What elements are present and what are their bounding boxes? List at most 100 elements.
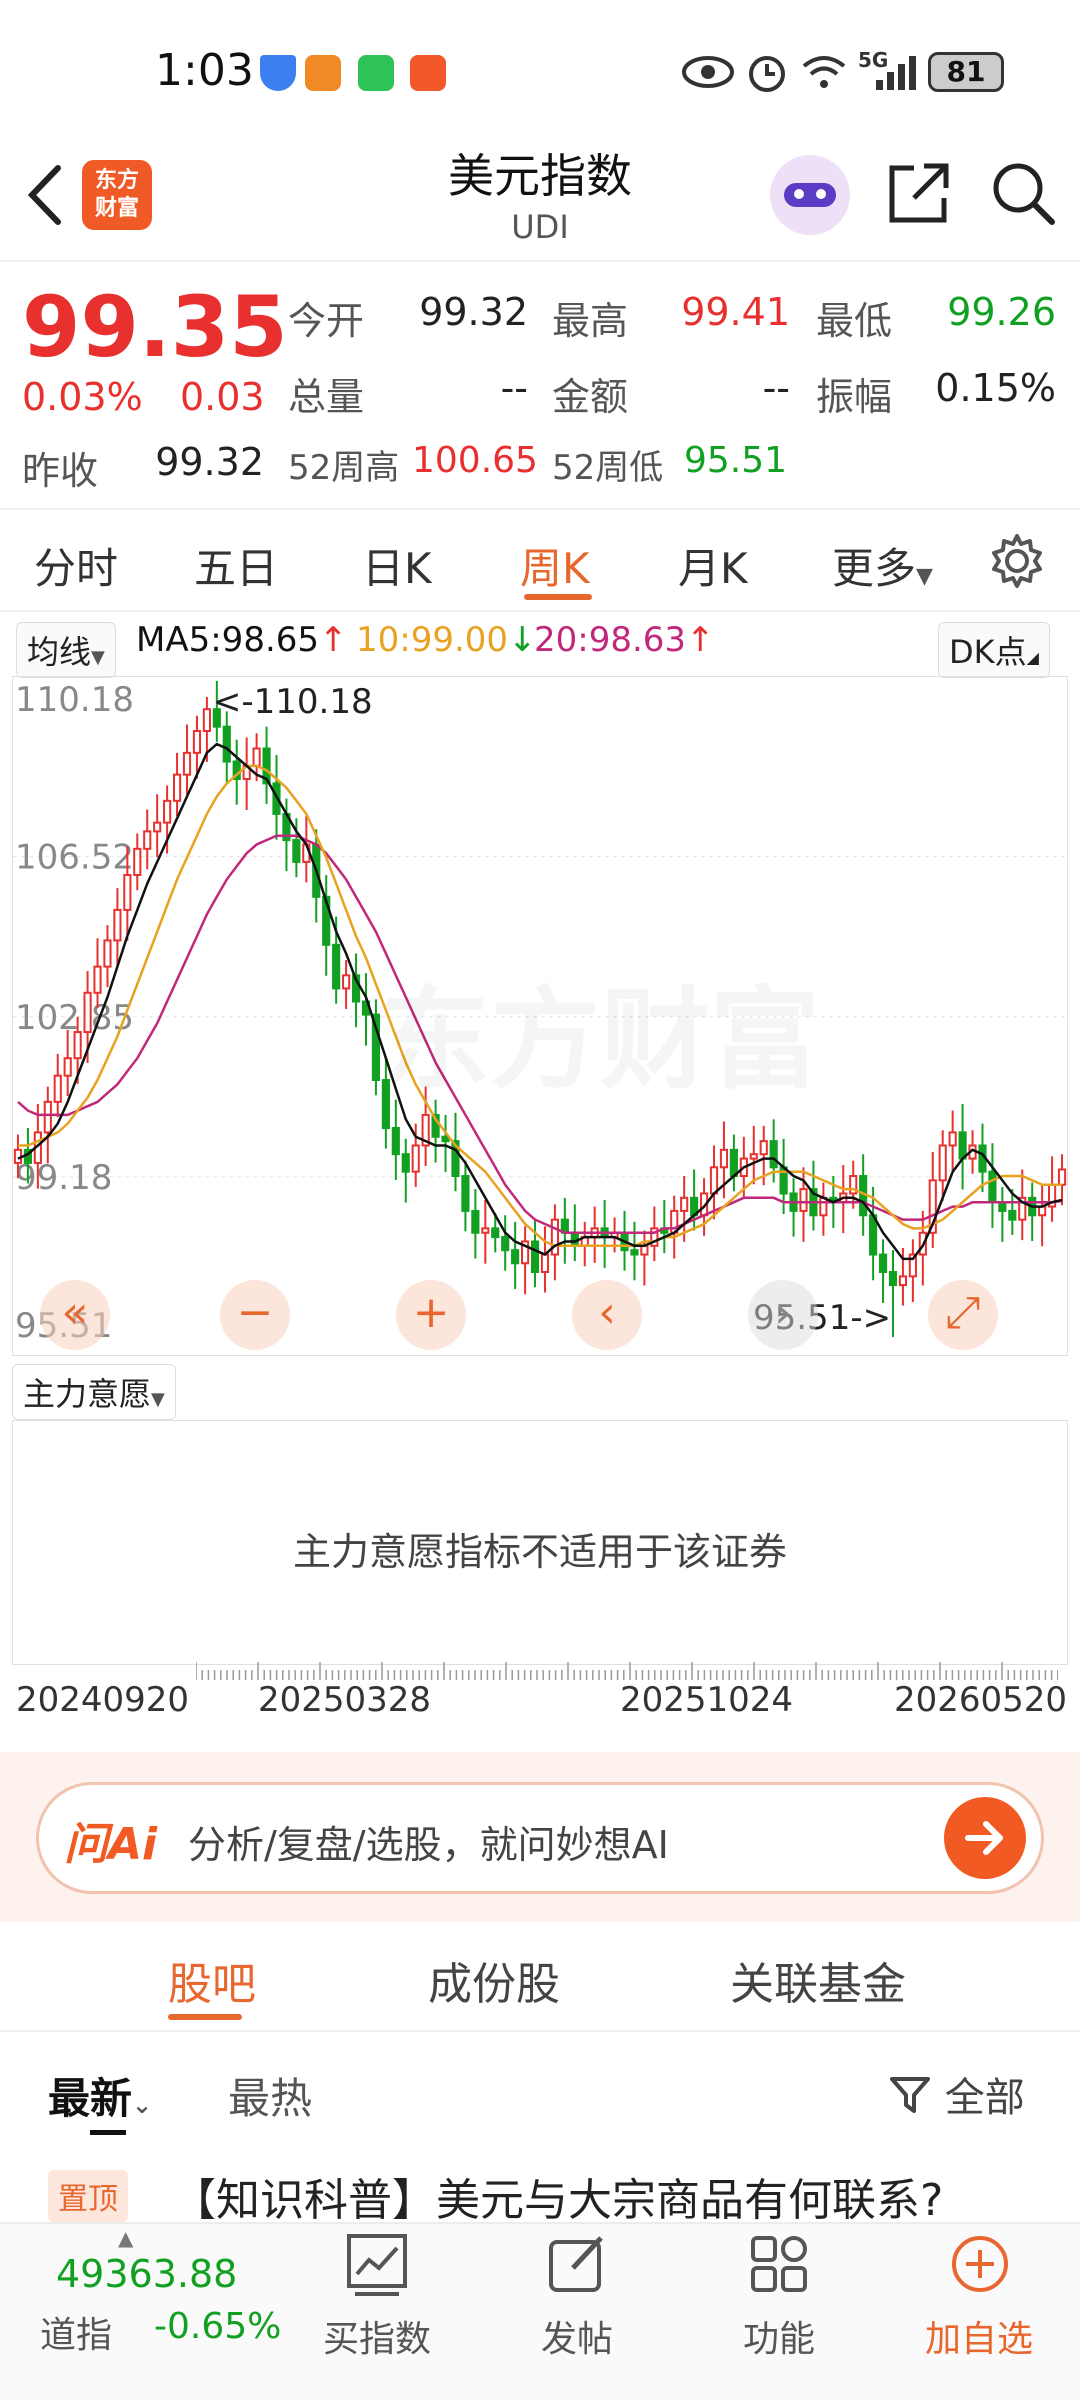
- date-tick-2: 20250328: [258, 1680, 432, 1720]
- candle-body: [988, 1170, 997, 1204]
- change-pct: 0.03%: [22, 375, 143, 419]
- back-icon[interactable]: [22, 160, 66, 230]
- pinned-post-title[interactable]: 【知识科普】美元与大宗商品有何联系?: [172, 2164, 943, 2228]
- tab-intraday[interactable]: 分时: [34, 535, 118, 596]
- search-icon[interactable]: [988, 158, 1058, 228]
- candle-body: [501, 1236, 510, 1252]
- intent-panel: 主力意愿指标不适用于该证券: [12, 1420, 1068, 1665]
- scroll-left-button[interactable]: ‹: [572, 1280, 642, 1350]
- candle-body: [63, 1057, 72, 1077]
- arrow-right-icon: [965, 1821, 1003, 1855]
- feed-tab-indicator: [90, 2130, 126, 2135]
- tab-latest[interactable]: 最新⌄: [48, 2065, 152, 2126]
- price-value: 99.35: [22, 278, 288, 376]
- dow-index-change: -0.65%: [154, 2306, 282, 2347]
- prev-close-value: 99.32: [155, 440, 264, 484]
- w52-low-label: 52周低: [552, 448, 664, 488]
- tab-weekly-k[interactable]: 周K: [520, 535, 590, 596]
- candle-body: [1038, 1205, 1047, 1217]
- date-tick-3: 20251024: [620, 1680, 794, 1720]
- tab-monthly-k[interactable]: 月K: [678, 535, 748, 596]
- section-tab-indicator: [168, 2014, 242, 2020]
- tab-stock-forum[interactable]: 股吧: [168, 1948, 256, 2012]
- tab-active-indicator: [524, 594, 592, 600]
- w52-low-value: 95.51: [684, 440, 788, 481]
- candle-body: [43, 1100, 52, 1134]
- filter-label: 全部: [944, 2075, 1025, 2121]
- watermark: 东方财富: [380, 950, 820, 1110]
- tab-constituents[interactable]: 成份股: [428, 1948, 560, 2012]
- candle-body: [471, 1209, 480, 1234]
- alarm-icon: [749, 56, 785, 92]
- candle-body: [143, 830, 152, 850]
- candle-body: [153, 821, 162, 833]
- amount-value: --: [762, 366, 790, 410]
- candle-body: [719, 1148, 729, 1169]
- high-value: 99.41: [681, 290, 790, 334]
- scroll-right-button[interactable]: ›: [748, 1280, 818, 1350]
- app-notify-icon: [305, 55, 341, 91]
- candle-body: [163, 799, 172, 824]
- candle-body: [481, 1227, 490, 1234]
- settings-gear-icon[interactable]: [988, 532, 1046, 590]
- status-time: 1:03: [155, 45, 254, 96]
- tab-hottest[interactable]: 最热: [228, 2065, 312, 2126]
- logo-text-1: 东方: [94, 168, 139, 193]
- ai-placeholder: 分析/复盘/选股，就问妙想AI: [188, 1823, 669, 1867]
- status-bar: 1:03 5G 81: [0, 0, 1080, 140]
- nav-functions[interactable]: 功能: [704, 2310, 854, 2362]
- shield-icon: [260, 55, 296, 91]
- dow-index-label: 道指: [40, 2315, 113, 2356]
- tab-latest-label: 最新: [48, 2074, 133, 2123]
- nav-add-watchlist[interactable]: 加自选: [904, 2310, 1054, 2362]
- candle-body: [332, 943, 341, 990]
- candle-body: [749, 1153, 758, 1160]
- candle-body: [83, 991, 92, 1034]
- tab-related-funds[interactable]: 关联基金: [730, 1948, 906, 2012]
- nav-post[interactable]: 发帖: [502, 2310, 652, 2362]
- chart-line-icon: [347, 2234, 407, 2296]
- nav-buy-index[interactable]: 买指数: [302, 2310, 452, 2362]
- tab-more[interactable]: 更多▼: [832, 535, 933, 596]
- intent-selector[interactable]: 主力意愿▼: [12, 1364, 176, 1420]
- pinned-badge: 置顶: [48, 2170, 128, 2222]
- open-value: 99.32: [419, 290, 528, 334]
- candle-body: [202, 708, 211, 733]
- page-subtitle: UDI: [511, 208, 569, 246]
- candle-body: [292, 839, 301, 863]
- message-icon: [410, 55, 446, 91]
- tab-daily-k[interactable]: 日K: [362, 535, 432, 596]
- candle-body: [888, 1270, 898, 1287]
- ai-submit-button[interactable]: [944, 1797, 1026, 1879]
- edit-post-icon: [549, 2236, 603, 2292]
- zoom-out-button[interactable]: −: [220, 1280, 290, 1350]
- share-icon[interactable]: [884, 158, 954, 228]
- candle-body: [93, 965, 102, 994]
- candle-body: [113, 908, 122, 942]
- candle-body: [252, 747, 261, 767]
- date-tick-1: 20240920: [16, 1680, 190, 1720]
- ma20-value: 20:98.63: [534, 620, 687, 660]
- candle-body: [182, 751, 192, 776]
- volume-value: --: [500, 366, 528, 410]
- zoom-in-button[interactable]: +: [396, 1280, 466, 1350]
- candle-body: [640, 1244, 649, 1256]
- fullscreen-button[interactable]: ⤢: [928, 1280, 998, 1350]
- filter-button[interactable]: 全部: [888, 2065, 1025, 2123]
- candle-body: [133, 847, 142, 876]
- dk-point-button[interactable]: DK点◢: [938, 622, 1050, 678]
- up-arrow-icon: ↑: [686, 620, 715, 660]
- ma5-readout: MA5:98.65↑: [136, 620, 348, 660]
- candle-body: [769, 1140, 778, 1169]
- ma-selector[interactable]: 均线▼: [16, 622, 116, 678]
- wechat-icon: [358, 55, 394, 91]
- dow-index-value[interactable]: 49363.88: [56, 2252, 237, 2296]
- candle-body: [123, 873, 132, 911]
- ai-assistant-avatar[interactable]: [770, 155, 850, 235]
- candle-body: [540, 1253, 550, 1273]
- scroll-left-double-button[interactable]: «: [40, 1280, 110, 1350]
- wifi-icon: [802, 56, 846, 88]
- tab-five-day[interactable]: 五日: [194, 535, 278, 596]
- intent-message: 主力意愿指标不适用于该证券: [292, 1530, 787, 1574]
- candle-body: [948, 1131, 957, 1147]
